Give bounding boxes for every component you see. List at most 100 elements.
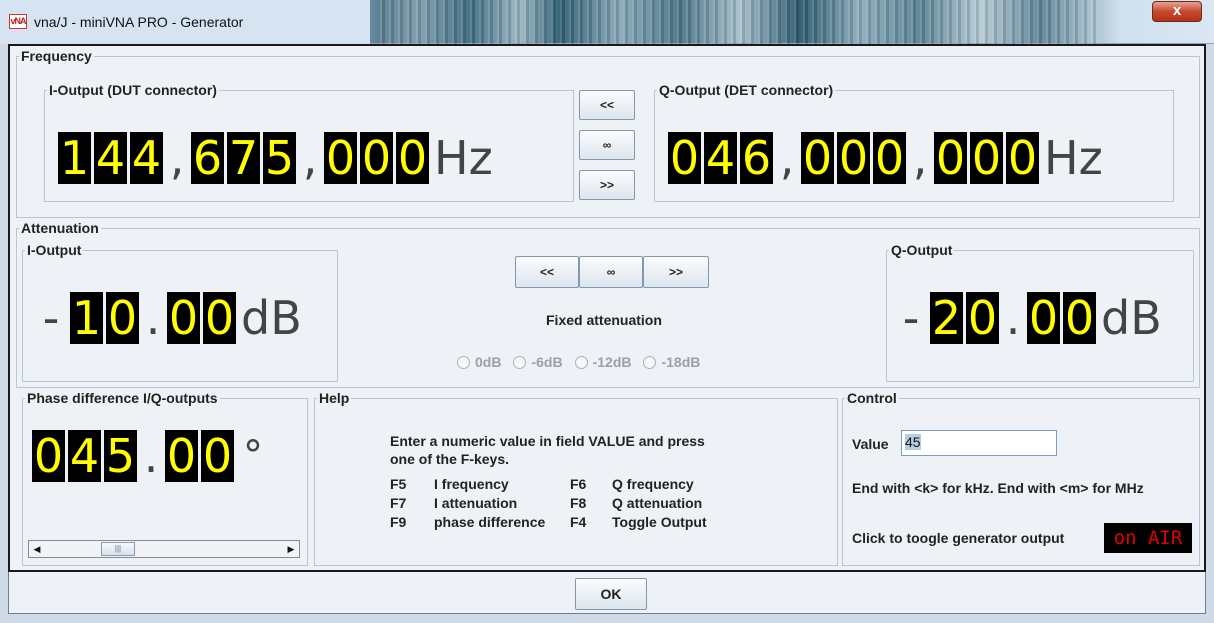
phase-group-title: Phase difference I/Q-outputs xyxy=(27,390,218,406)
help-line-2: one of the F-keys. xyxy=(390,451,510,467)
digit: 0 xyxy=(801,131,834,185)
copy-i-to-q-button[interactable]: >> xyxy=(579,170,635,200)
digit: 0 xyxy=(873,131,906,185)
radio-label: -18dB xyxy=(661,354,701,370)
unit-label: dB xyxy=(1101,291,1162,345)
dialog-content: Frequency I-Output (DUT connector) 1 4 4… xyxy=(8,44,1206,572)
value-input[interactable]: 45 xyxy=(901,430,1057,456)
digit: 2 xyxy=(930,291,963,345)
window-title: vna/J - miniVNA PRO - Generator xyxy=(34,14,244,30)
digit: 4 xyxy=(94,131,127,185)
unit-label: dB xyxy=(241,291,302,345)
digit: 0 xyxy=(970,131,1003,185)
q-attenuation-display[interactable]: - 2 0 . 0 0 dB xyxy=(896,292,1162,344)
separator: . xyxy=(143,429,159,483)
attenuation-group-title: Attenuation xyxy=(21,220,99,236)
digit: 0 xyxy=(966,291,999,345)
title-bar-decoration xyxy=(380,0,1100,44)
atten-link-button[interactable]: ∞ xyxy=(579,256,643,288)
help-key: F5 xyxy=(390,476,407,492)
fixed-attenuation-label: Fixed attenuation xyxy=(546,312,662,328)
digit: 0 xyxy=(324,131,357,185)
degree-symbol: ° xyxy=(243,433,263,479)
digit: 0 xyxy=(167,291,200,345)
radio-circle xyxy=(513,355,527,369)
radio-circle xyxy=(643,355,657,369)
help-desc: Toggle Output xyxy=(612,514,707,530)
digit: 0 xyxy=(1063,291,1096,345)
toggle-output-label: Click to toogle generator output xyxy=(852,530,1065,546)
phase-display[interactable]: 0 4 5 . 0 0 ° xyxy=(32,430,263,482)
help-key: F7 xyxy=(390,495,407,511)
unit-label: Hz xyxy=(434,131,493,185)
separator: . xyxy=(1005,291,1021,345)
control-group-title: Control xyxy=(847,390,897,406)
unit-label: Hz xyxy=(1044,131,1103,185)
radio-6db[interactable]: -6dB xyxy=(513,354,563,370)
separator: , xyxy=(302,131,318,185)
radio-circle xyxy=(574,355,588,369)
digit: 0 xyxy=(201,429,234,483)
radio-12db[interactable]: -12dB xyxy=(574,354,631,370)
frequency-group-title: Frequency xyxy=(21,48,92,64)
help-line-1: Enter a numeric value in field VALUE and… xyxy=(390,433,705,449)
help-desc: phase difference xyxy=(434,514,546,530)
radio-label: 0dB xyxy=(475,354,502,370)
help-desc: Q attenuation xyxy=(612,495,703,511)
title-bar: vNA vna/J - miniVNA PRO - Generator x xyxy=(0,0,1214,44)
close-button[interactable]: x xyxy=(1152,1,1202,22)
i-frequency-title: I-Output (DUT connector) xyxy=(49,82,217,98)
link-frequency-button[interactable]: ∞ xyxy=(579,130,635,160)
digit: 0 xyxy=(1006,131,1039,185)
help-keys-table: F5 I frequency F6 Q frequency F7 I atten… xyxy=(390,476,810,536)
digit: 0 xyxy=(203,291,236,345)
digit: 5 xyxy=(104,429,137,483)
separator: , xyxy=(169,131,185,185)
q-frequency-display[interactable]: 0 4 6 , 0 0 0 , 0 0 0 Hz xyxy=(668,132,1103,184)
i-attenuation-display[interactable]: - 1 0 . 0 0 dB xyxy=(36,292,302,344)
value-label: Value xyxy=(852,436,889,452)
scroll-right-icon[interactable]: ▶ xyxy=(283,541,299,557)
digit: 0 xyxy=(1027,291,1060,345)
help-text: Enter a numeric value in field VALUE and… xyxy=(390,432,705,468)
app-icon: vNA xyxy=(9,14,27,29)
digit: 6 xyxy=(191,131,224,185)
digit: 1 xyxy=(58,131,91,185)
digit: 0 xyxy=(360,131,393,185)
q-attenuation-title: Q-Output xyxy=(891,242,953,258)
help-desc: I frequency xyxy=(434,476,509,492)
on-air-toggle[interactable]: on AIR xyxy=(1104,523,1192,553)
phase-scrollbar[interactable]: ◀ ||| ▶ xyxy=(28,540,300,558)
separator: , xyxy=(779,131,795,185)
scroll-left-icon[interactable]: ◀ xyxy=(29,541,45,557)
help-desc: Q frequency xyxy=(612,476,694,492)
radio-0db[interactable]: 0dB xyxy=(457,354,501,370)
ok-button[interactable]: OK xyxy=(575,578,647,610)
digit: 0 xyxy=(396,131,429,185)
digit: 0 xyxy=(668,131,701,185)
help-key: F6 xyxy=(570,476,587,492)
help-key: F8 xyxy=(570,495,587,511)
separator: . xyxy=(145,291,161,345)
digit: 0 xyxy=(934,131,967,185)
sign: - xyxy=(42,291,60,345)
digit: 4 xyxy=(704,131,737,185)
help-key: F9 xyxy=(390,514,407,530)
digit: 6 xyxy=(740,131,773,185)
digit: 0 xyxy=(837,131,870,185)
i-frequency-display[interactable]: 1 4 4 , 6 7 5 , 0 0 0 Hz xyxy=(58,132,493,184)
value-input-text: 45 xyxy=(905,434,921,450)
copy-q-to-i-button[interactable]: << xyxy=(579,90,635,120)
digit: 5 xyxy=(263,131,296,185)
digit: 4 xyxy=(130,131,163,185)
radio-18db[interactable]: -18dB xyxy=(643,354,700,370)
i-attenuation-title: I-Output xyxy=(27,242,82,258)
help-group-title: Help xyxy=(319,390,350,406)
scroll-thumb[interactable]: ||| xyxy=(101,542,135,556)
sign: - xyxy=(902,291,920,345)
radio-circle xyxy=(457,355,470,369)
units-hint: End with <k> for kHz. End with <m> for M… xyxy=(852,480,1144,496)
digit: 7 xyxy=(227,131,260,185)
atten-copy-right-button[interactable]: >> xyxy=(643,256,709,288)
atten-copy-left-button[interactable]: << xyxy=(515,256,579,288)
